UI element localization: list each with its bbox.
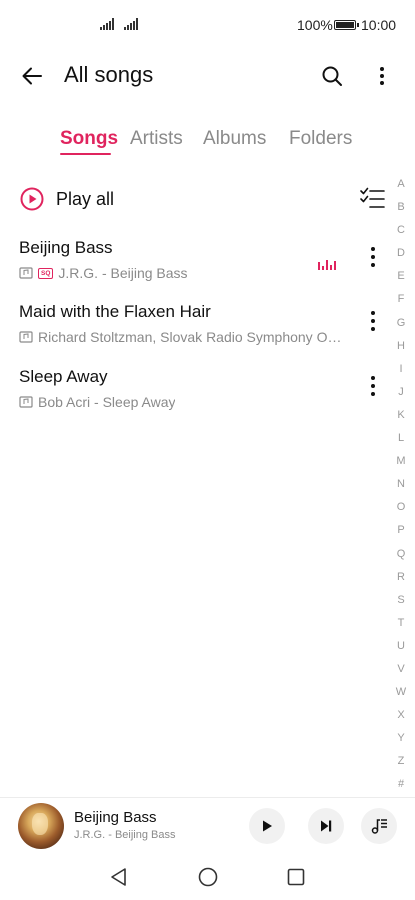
song-subtitle: J.R.G. - Beijing Bass <box>58 265 188 281</box>
alphabet-index-letter[interactable]: R <box>392 566 410 589</box>
song-more-button[interactable] <box>361 242 385 272</box>
play-button[interactable] <box>249 808 285 844</box>
alphabet-index-letter[interactable]: U <box>392 635 410 658</box>
song-row[interactable]: Beijing Bass SQ J.R.G. - Beijing Bass <box>0 238 400 298</box>
alphabet-index-letter[interactable]: M <box>392 450 410 473</box>
alphabet-index-letter[interactable]: W <box>392 681 410 704</box>
play-all-row[interactable]: Play all <box>0 180 400 220</box>
tab-albums[interactable]: Albums <box>203 128 266 150</box>
alphabet-index-letter[interactable]: F <box>392 288 410 311</box>
alphabet-index-letter[interactable]: L <box>392 427 410 450</box>
local-file-icon <box>19 267 33 279</box>
song-title: Maid with the Flaxen Hair <box>19 302 211 321</box>
triangle-back-icon <box>111 868 126 886</box>
battery-percent: 100% <box>297 17 333 33</box>
now-playing-subtitle: J.R.G. - Beijing Bass <box>74 829 176 841</box>
alphabet-index-letter[interactable]: H <box>392 335 410 358</box>
search-button[interactable] <box>314 58 350 94</box>
alphabet-index-letter[interactable]: X <box>392 704 410 727</box>
alphabet-index[interactable]: A B C D E F G H I J K L M N O P Q R S T U V W X Y Z # <box>392 173 410 797</box>
app-bar: All songs <box>0 50 415 100</box>
next-button[interactable] <box>308 808 344 844</box>
alphabet-index-letter[interactable]: G <box>392 312 410 335</box>
playlist-queue-icon <box>371 819 387 834</box>
alphabet-index-letter[interactable]: S <box>392 589 410 612</box>
square-recents-icon <box>287 868 305 886</box>
alphabet-index-letter[interactable]: Y <box>392 727 410 750</box>
alphabet-index-letter[interactable]: V <box>392 658 410 681</box>
local-file-icon <box>19 331 33 343</box>
more-vertical-icon <box>380 67 384 85</box>
song-subtitle-row: Bob Acri - Sleep Away <box>19 393 175 411</box>
status-bar: 100% 10:00 <box>0 0 415 50</box>
now-playing-title: Beijing Bass <box>74 809 157 826</box>
signal-icon <box>100 18 114 30</box>
alphabet-index-letter[interactable]: B <box>392 196 410 219</box>
play-icon <box>263 820 272 832</box>
song-subtitle-row: SQ J.R.G. - Beijing Bass <box>19 264 188 282</box>
alphabet-index-letter[interactable]: E <box>392 265 410 288</box>
song-subtitle: Richard Stoltzman, Slovak Radio Symphony… <box>38 329 342 345</box>
system-nav-bar <box>0 853 415 900</box>
playlist-queue-button[interactable] <box>361 808 397 844</box>
page-title: All songs <box>64 62 154 87</box>
alphabet-index-letter[interactable]: D <box>392 242 410 265</box>
song-more-button[interactable] <box>361 371 385 401</box>
play-circle-icon <box>20 187 44 211</box>
active-tab-indicator <box>60 153 111 155</box>
search-icon <box>322 66 342 86</box>
nav-back-button[interactable] <box>104 862 134 892</box>
song-subtitle: Bob Acri - Sleep Away <box>38 394 176 410</box>
song-subtitle-row: Richard Stoltzman, Slovak Radio Symphony… <box>19 328 341 346</box>
battery-icon <box>334 20 359 30</box>
song-title: Beijing Bass <box>19 238 113 257</box>
song-row[interactable]: Maid with the Flaxen Hair Richard Stoltz… <box>0 302 400 362</box>
multi-select-list-icon[interactable] <box>359 185 387 213</box>
alphabet-index-letter[interactable]: # <box>392 773 410 796</box>
alphabet-index-letter[interactable]: K <box>392 404 410 427</box>
signal-icon <box>124 18 138 30</box>
more-vertical-icon <box>371 247 375 267</box>
alphabet-index-letter[interactable]: T <box>392 612 410 635</box>
song-title: Sleep Away <box>19 367 108 386</box>
alphabet-index-letter[interactable]: A <box>392 173 410 196</box>
tab-artists[interactable]: Artists <box>130 128 183 150</box>
alphabet-index-letter[interactable]: P <box>392 519 410 542</box>
local-file-icon <box>19 396 33 408</box>
tab-folders[interactable]: Folders <box>289 128 352 150</box>
song-more-button[interactable] <box>361 306 385 336</box>
circle-home-icon <box>198 867 218 887</box>
nav-home-button[interactable] <box>193 862 223 892</box>
nav-recents-button[interactable] <box>281 862 311 892</box>
play-all-label: Play all <box>56 189 115 209</box>
tab-songs[interactable]: Songs <box>60 128 118 150</box>
alphabet-index-letter[interactable]: Z <box>392 750 410 773</box>
alphabet-index-letter[interactable]: I <box>392 358 410 381</box>
song-row[interactable]: Sleep Away Bob Acri - Sleep Away <box>0 367 400 427</box>
tab-bar: Songs Artists Albums Folders <box>0 124 415 164</box>
alphabet-index-letter[interactable]: J <box>392 381 410 404</box>
now-playing-equalizer-icon <box>318 260 336 270</box>
more-vertical-icon <box>371 311 375 331</box>
back-button[interactable] <box>14 58 50 94</box>
more-vertical-icon <box>371 376 375 396</box>
clock: 10:00 <box>361 17 397 33</box>
more-options-button[interactable] <box>364 58 400 94</box>
mini-player[interactable]: Beijing Bass J.R.G. - Beijing Bass <box>0 797 415 853</box>
alphabet-index-letter[interactable]: C <box>392 219 410 242</box>
alphabet-index-letter[interactable]: O <box>392 496 410 519</box>
back-arrow-icon <box>22 67 42 85</box>
alphabet-index-letter[interactable]: Q <box>392 543 410 566</box>
skip-next-icon <box>321 820 332 832</box>
album-art[interactable] <box>18 803 64 849</box>
alphabet-index-letter[interactable]: N <box>392 473 410 496</box>
sq-quality-badge: SQ <box>38 267 54 279</box>
